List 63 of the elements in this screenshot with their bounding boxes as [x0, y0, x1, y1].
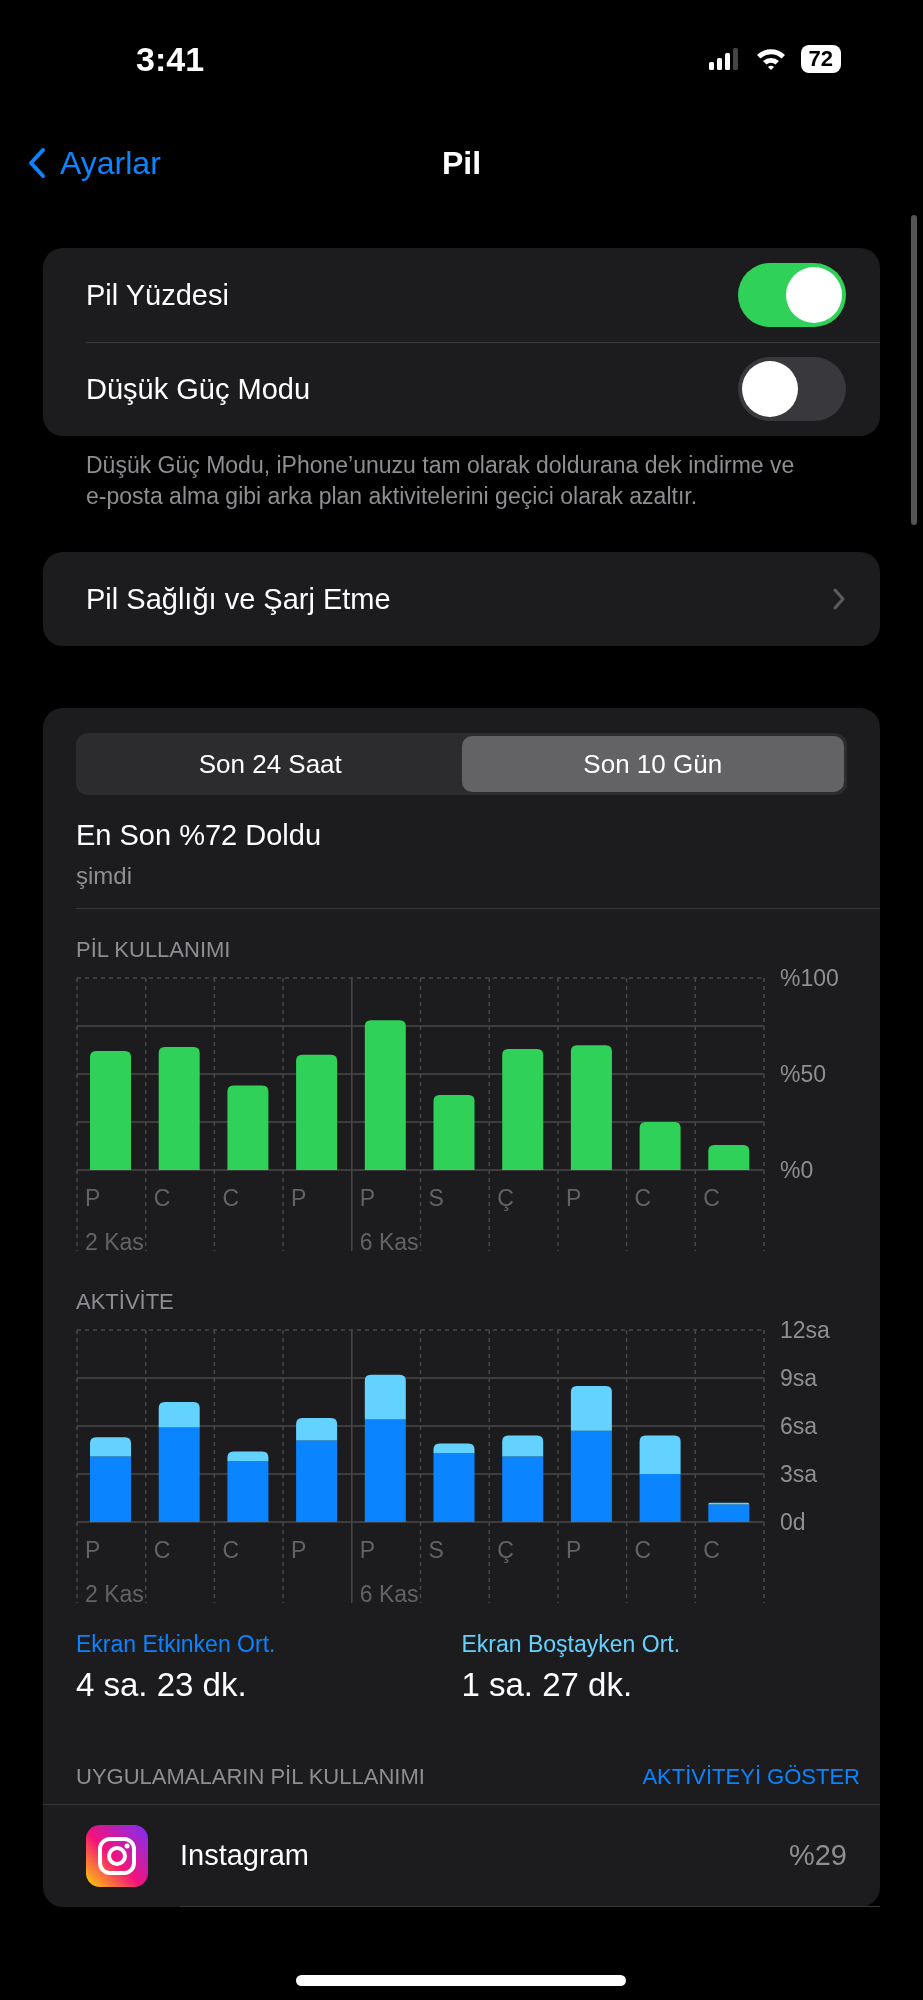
axis-label: %100: [780, 969, 839, 991]
date-label: 2 Kas: [85, 1581, 144, 1603]
axis-label: 9sa: [780, 1365, 818, 1391]
day-label: Ç: [497, 1537, 514, 1563]
footer-note: Düşük Güç Modu, iPhone’unuzu tam olarak doldurana dek indirme ve e-posta alma gibi arka plan aktivitelerini geçici olarak azaltır.: [86, 451, 796, 511]
day-label: S: [428, 1185, 444, 1211]
axis-label: %0: [780, 1157, 814, 1183]
average-value: 4 sa. 23 dk.: [76, 1666, 248, 1704]
average-label: Ekran Boştayken Ort.: [461, 1631, 682, 1658]
app-usage-percent: %29: [788, 1839, 847, 1872]
axis-label: 3sa: [780, 1461, 818, 1487]
page-title: Pil: [440, 144, 483, 182]
day-label: C: [703, 1537, 720, 1563]
date-label: 2 Kas: [85, 1229, 144, 1251]
status-time: 3:41: [136, 39, 205, 79]
chart-title: PİL KULLANIMI: [76, 937, 232, 963]
show-activity-link[interactable]: AKTİVİTEYİ GÖSTER: [642, 1764, 860, 1790]
day-label: S: [428, 1537, 444, 1563]
axis-label: 6sa: [780, 1413, 818, 1439]
day-label: P: [291, 1185, 307, 1211]
app-icon: [86, 1825, 148, 1887]
battery-indicator: 72: [800, 45, 841, 73]
day-label: C: [634, 1537, 652, 1563]
section-header: UYGULAMALARIN PİL KULLANIMI: [76, 1764, 425, 1790]
day-label: P: [565, 1185, 582, 1211]
chevron-left-icon: [28, 147, 46, 179]
last-charge-title: En Son %72 Doldu: [76, 819, 323, 852]
setting-label: Pil Sağlığı ve Şarj Etme: [86, 582, 391, 616]
average-value: 1 sa. 27 dk.: [461, 1666, 634, 1704]
axis-label: 12sa: [780, 1321, 830, 1343]
day-label: P: [291, 1537, 307, 1563]
setting-label: Düşük Güç Modu: [86, 372, 311, 406]
signal-icon: [708, 48, 741, 70]
day-label: P: [359, 1537, 376, 1563]
day-label: C: [222, 1537, 239, 1563]
date-label: 6 Kas: [359, 1229, 419, 1251]
day-label: Ç: [497, 1185, 514, 1211]
app-name: Instagram: [180, 1839, 309, 1872]
setting-label: Pil Yüzdesi: [86, 278, 229, 312]
back-link[interactable]: Ayarlar: [0, 144, 161, 182]
chart-bar: [639, 1474, 681, 1522]
average-label: Ekran Etkinken Ort.: [76, 1631, 277, 1658]
chart-bar: [639, 1435, 681, 1474]
chevron-right-icon: [832, 587, 846, 611]
chart-title: AKTİVİTE: [76, 1289, 175, 1315]
day-label: P: [359, 1185, 376, 1211]
last-charge-time: şimdi: [76, 862, 133, 890]
axis-label: %50: [780, 1061, 827, 1087]
segment-tab[interactable]: Son 24 Saat: [79, 736, 462, 792]
day-label: C: [153, 1185, 171, 1211]
chart-bar: [708, 1145, 750, 1170]
date-label: 6 Kas: [359, 1581, 419, 1603]
day-label: C: [222, 1185, 239, 1211]
chart-bar: [639, 1122, 681, 1170]
axis-label: 0d: [780, 1509, 806, 1535]
day-label: P: [85, 1537, 101, 1563]
back-label[interactable]: Ayarlar: [60, 144, 161, 182]
segment-tab[interactable]: Son 10 Gün: [461, 736, 844, 792]
day-label: C: [153, 1537, 171, 1563]
day-label: C: [634, 1185, 652, 1211]
day-label: C: [703, 1185, 720, 1211]
day-label: P: [565, 1537, 582, 1563]
day-label: P: [85, 1185, 101, 1211]
